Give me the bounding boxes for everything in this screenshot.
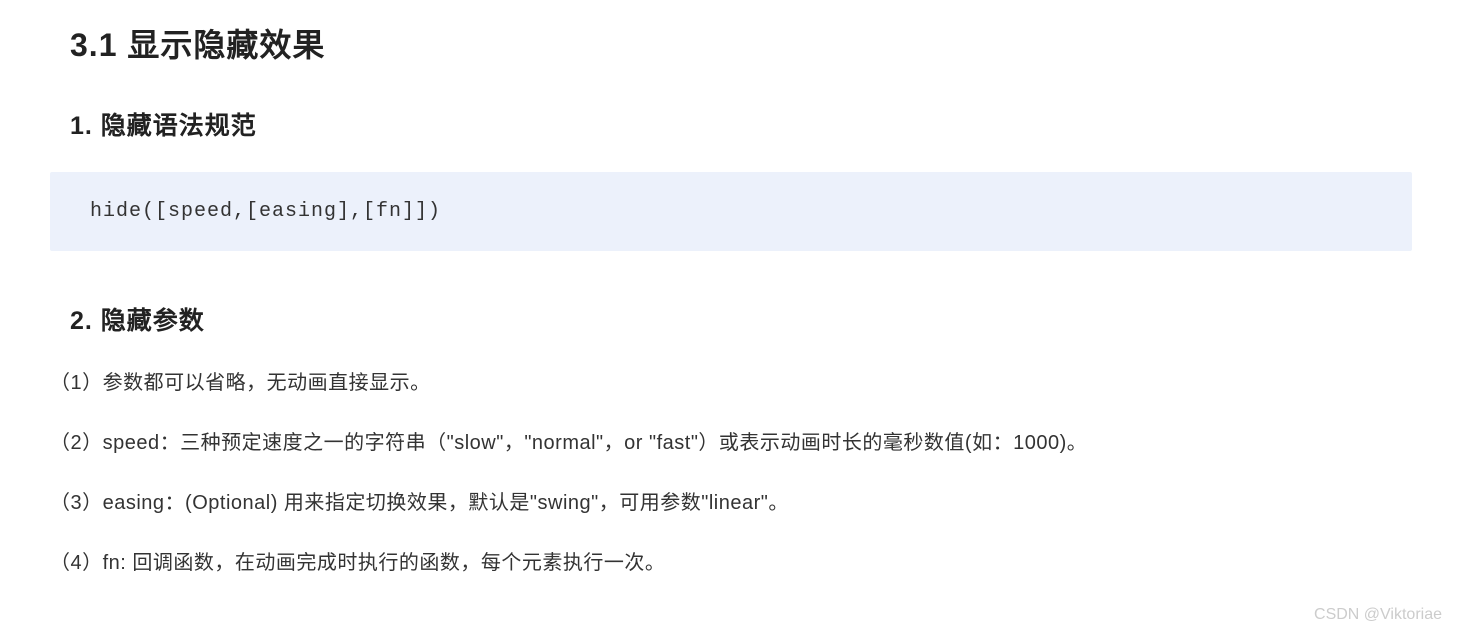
- params-heading: 2. 隐藏参数: [70, 301, 1412, 337]
- code-block: hide([speed,[easing],[fn]]): [50, 172, 1412, 251]
- syntax-heading: 1. 隐藏语法规范: [70, 106, 1412, 142]
- params-list: （1）参数都可以省略，无动画直接显示。 （2）speed：三种预定速度之一的字符…: [50, 367, 1412, 579]
- watermark: CSDN @Viktoriae: [1314, 606, 1442, 624]
- param-item: （3）easing：(Optional) 用来指定切换效果，默认是"swing"…: [50, 487, 1412, 519]
- param-item: （4）fn: 回调函数，在动画完成时执行的函数，每个元素执行一次。: [50, 547, 1412, 579]
- section-title: 3.1 显示隐藏效果: [70, 20, 1412, 66]
- param-item: （2）speed：三种预定速度之一的字符串（"slow"，"normal"，or…: [50, 427, 1412, 459]
- param-item: （1）参数都可以省略，无动画直接显示。: [50, 367, 1412, 399]
